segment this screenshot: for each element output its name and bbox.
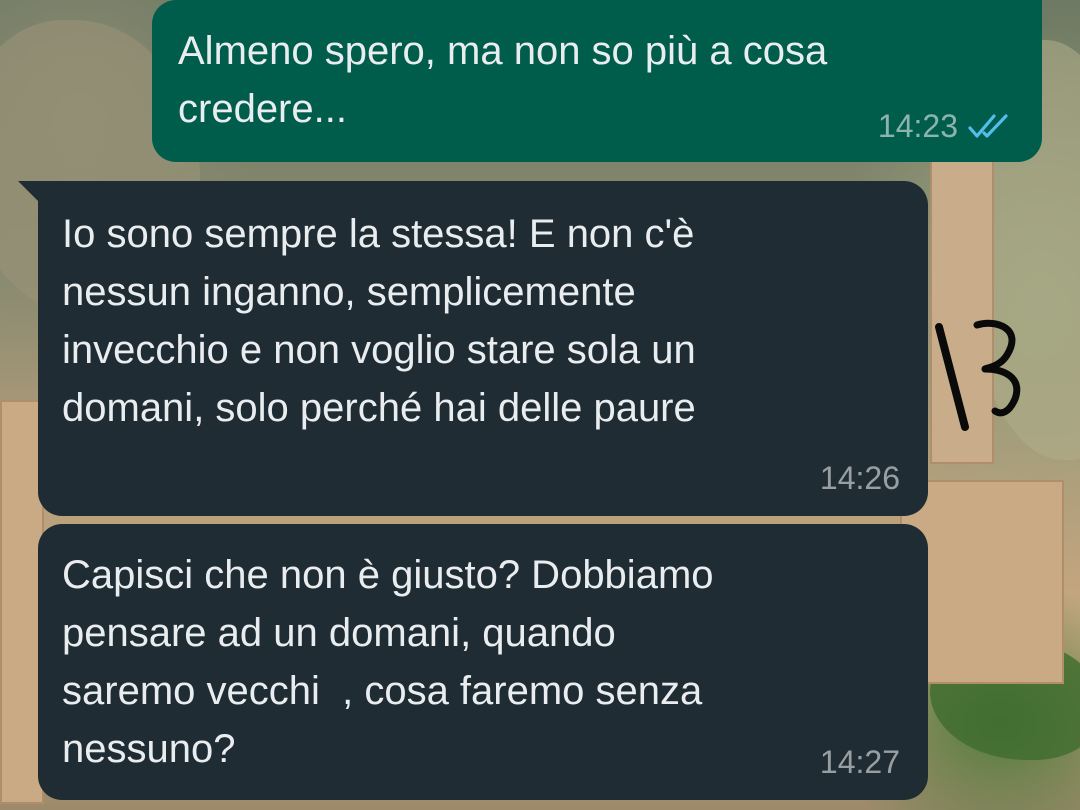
handwritten-annotation xyxy=(935,319,1021,431)
message-meta: 14:26 xyxy=(820,462,900,494)
outgoing-message-bubble[interactable]: Almeno spero, ma non so più a cosa crede… xyxy=(152,0,1042,162)
incoming-message-bubble[interactable]: Io sono sempre la stessa! E non c'è ness… xyxy=(38,181,928,516)
double-check-read-icon xyxy=(968,114,1008,138)
incoming-message-bubble[interactable]: Capisci che non è giusto? Dobbiamo pensa… xyxy=(38,524,928,800)
message-meta: 14:27 xyxy=(820,746,900,778)
message-time: 14:23 xyxy=(877,108,958,144)
message-time: 14:26 xyxy=(819,460,900,496)
message-meta: 14:23 xyxy=(878,110,1014,142)
incoming-bubble-tail xyxy=(18,181,40,203)
message-text: Io sono sempre la stessa! E non c'è ness… xyxy=(62,212,696,430)
message-time: 14:27 xyxy=(819,744,900,780)
message-text: Capisci che non è giusto? Dobbiamo pensa… xyxy=(62,553,714,771)
